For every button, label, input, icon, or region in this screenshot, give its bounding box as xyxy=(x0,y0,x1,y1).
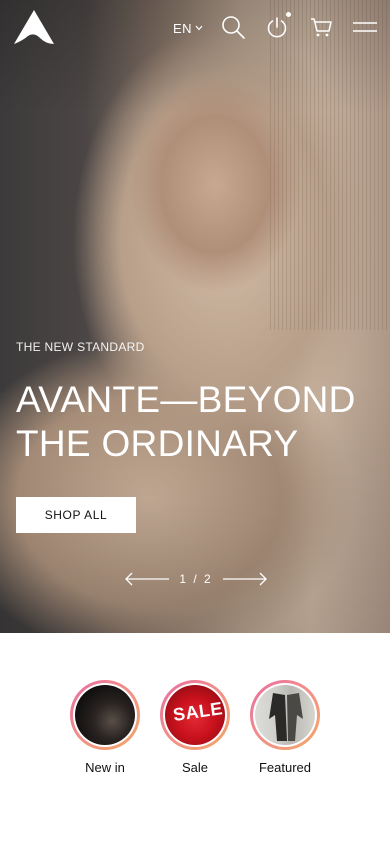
arrow-right-icon[interactable] xyxy=(222,572,268,586)
hero-headline: AVANTE—BEYOND THE ORDINARY xyxy=(16,378,356,466)
language-label: EN xyxy=(173,20,193,36)
hero-kicker: THE NEW STANDARD xyxy=(16,340,145,354)
category-featured[interactable]: Featured xyxy=(250,680,320,775)
sale-thumbnail-text: SALE xyxy=(171,698,225,725)
hero-slider-controls: 1 / 2 xyxy=(124,570,268,588)
shop-all-button[interactable]: SHOP ALL xyxy=(16,497,136,533)
hero-headline-line-2: THE ORDINARY xyxy=(16,423,299,464)
search-icon[interactable] xyxy=(220,14,246,40)
category-label-new-in: New in xyxy=(85,760,125,775)
menu-icon[interactable] xyxy=(352,14,378,40)
category-new-in[interactable]: New in xyxy=(70,680,140,775)
arrow-left-icon[interactable] xyxy=(124,572,170,586)
sale-thumbnail: SALE xyxy=(165,685,225,745)
garment-icon xyxy=(269,693,303,741)
logo-icon[interactable] xyxy=(12,8,56,46)
notification-dot xyxy=(286,12,291,17)
hero-banner[interactable]: EN THE NEW STANDARD AVANTE—BEYOND THE OR… xyxy=(0,0,390,633)
cart-icon[interactable] xyxy=(308,14,334,40)
chevron-down-icon xyxy=(195,25,203,31)
category-label-featured: Featured xyxy=(258,760,312,775)
category-sale[interactable]: SALE Sale xyxy=(160,680,230,775)
story-ring xyxy=(250,680,320,750)
category-stories: New in SALE Sale Featured xyxy=(0,680,390,775)
power-icon[interactable] xyxy=(264,14,290,40)
language-selector[interactable]: EN xyxy=(173,18,203,38)
slide-indicator: 1 / 2 xyxy=(179,572,213,586)
story-ring xyxy=(70,680,140,750)
new-in-thumbnail xyxy=(75,685,135,745)
hero-headline-line-1: AVANTE—BEYOND xyxy=(16,379,356,420)
story-ring: SALE xyxy=(160,680,230,750)
top-navigation-bar: EN xyxy=(0,0,390,56)
featured-thumbnail xyxy=(255,685,315,745)
category-label-sale: Sale xyxy=(181,760,209,775)
